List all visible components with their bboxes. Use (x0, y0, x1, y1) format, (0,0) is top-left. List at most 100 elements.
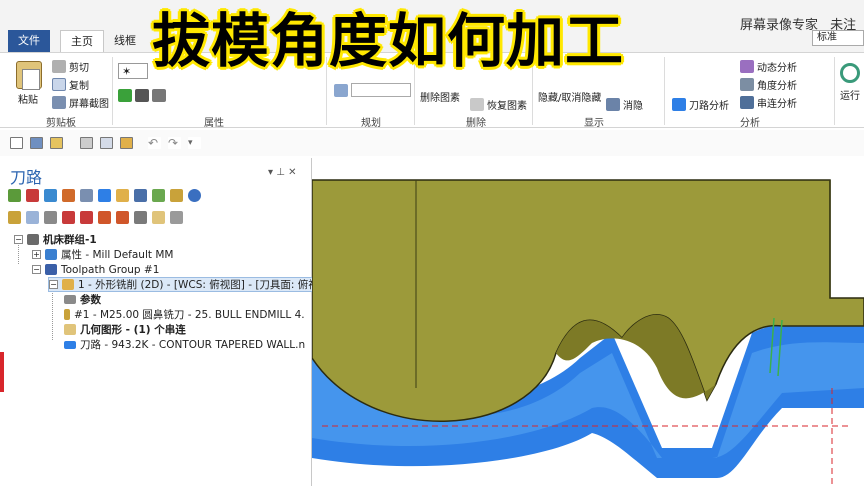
scroll-icon[interactable] (116, 210, 129, 224)
undo-icon[interactable]: ↶ (148, 137, 161, 149)
restore-graphics-button[interactable]: 恢复图素 (470, 97, 527, 112)
paste-label: 粘贴 (18, 95, 38, 106)
tree-node-toolpath-group[interactable]: − Toolpath Group #1 (32, 262, 159, 277)
screenshot-button[interactable]: 屏幕截图 (52, 95, 109, 110)
highfeed-icon[interactable] (170, 188, 183, 202)
style-select[interactable]: 标准 (812, 30, 864, 46)
blank-label: 消隐 (623, 101, 643, 112)
post-icon[interactable] (134, 188, 147, 202)
planning-layer-control[interactable] (334, 83, 411, 97)
restore-icon (470, 98, 484, 111)
open-folder-icon[interactable] (50, 137, 63, 149)
angle-analysis-icon (740, 78, 754, 91)
simulate-icon[interactable] (116, 188, 129, 202)
params-label: 参数 (80, 294, 101, 306)
dynamic-analysis-button[interactable]: 动态分析 (740, 59, 797, 74)
delete-group-label: 删除 (466, 118, 486, 129)
panel-title: 刀路 (10, 168, 43, 187)
toolpath-icon (64, 340, 76, 349)
line-width-icon[interactable] (152, 89, 166, 102)
cut-button[interactable]: 剪切 (52, 59, 89, 74)
cut-op-icon[interactable] (134, 210, 147, 224)
tab-wireframe[interactable]: 线框 (104, 30, 146, 52)
verify-icon[interactable] (98, 188, 111, 202)
tree-node-operation[interactable]: − 1 - 外形铣削 (2D) - [WCS: 俯视图] - [刀具面: 俯视 (48, 277, 322, 292)
collapse-toggle[interactable]: − (49, 280, 58, 289)
print-preview-icon[interactable] (100, 137, 113, 149)
color-swatch-icon[interactable] (118, 89, 132, 102)
camera-icon (52, 96, 66, 109)
filter-icon[interactable] (170, 210, 183, 224)
tool-label: #1 - M25.00 圆鼻铣刀 - 25. BULL ENDMILL 4. (74, 309, 305, 321)
insert-arrow-icon[interactable] (98, 210, 111, 224)
g1-icon[interactable] (152, 188, 165, 202)
toolpath-analysis-button[interactable]: 刀路分析 (672, 97, 729, 112)
video-overlay-title: 拔模角度如何加工 (152, 7, 625, 75)
regen-icon[interactable] (44, 188, 57, 202)
properties-icon[interactable] (120, 137, 133, 149)
toolpaths-panel: 刀路 ▾ ⊥ ✕ − 机床群组-1 + 属性 - Mill Default MM… (0, 158, 322, 486)
customize-qat-icon[interactable]: ▾ (188, 137, 201, 149)
cut-label: 剪切 (69, 63, 89, 74)
dynamic-analysis-icon (740, 60, 754, 73)
color-controls[interactable] (118, 89, 166, 102)
paste-button[interactable]: 粘贴 (18, 91, 38, 106)
toolpath-analysis-label: 刀路分析 (689, 101, 729, 112)
display-group-label: 显示 (584, 118, 604, 129)
copy-button[interactable]: 复制 (52, 77, 89, 92)
plane-select[interactable] (351, 83, 411, 97)
chain-analysis-icon (740, 96, 754, 109)
run-button[interactable]: 运行 (840, 87, 860, 102)
restore-graphics-label: 恢复图素 (487, 101, 527, 112)
lock-icon[interactable] (8, 210, 21, 224)
geometry-label: 几何图形 - (1) 个串连 (80, 324, 186, 336)
tab-home[interactable]: 主页 (60, 30, 104, 52)
toggle-display-icon[interactable] (26, 210, 39, 224)
chain-analysis-button[interactable]: 串连分析 (740, 95, 797, 110)
tree-node-tool[interactable]: #1 - M25.00 圆鼻铣刀 - 25. BULL ENDMILL 4. (64, 307, 305, 322)
move-down-icon[interactable] (62, 210, 75, 224)
quick-access-toolbar: ↶ ↷ ▾ (0, 130, 864, 156)
group-divider (664, 57, 665, 125)
help-icon[interactable] (188, 188, 201, 202)
tree-node-machine-group[interactable]: − 机床群组-1 (14, 232, 97, 247)
graphics-viewport[interactable] (312, 158, 864, 486)
display-toggle-icon[interactable] (152, 210, 165, 224)
tab-file[interactable]: 文件 (8, 30, 50, 52)
dynamic-analysis-label: 动态分析 (757, 63, 797, 74)
scissors-icon (52, 60, 66, 73)
copy-icon (52, 78, 66, 91)
endmill-icon (64, 309, 70, 320)
collapse-toggle[interactable]: − (14, 235, 23, 244)
deselect-icon[interactable] (26, 188, 39, 202)
save-icon[interactable] (30, 137, 43, 149)
tree-node-properties[interactable]: + 属性 - Mill Default MM (32, 247, 173, 262)
blank-button[interactable]: 消隐 (606, 97, 643, 112)
regen-dirty-icon[interactable] (62, 188, 75, 202)
tree-node-params[interactable]: 参数 (64, 292, 101, 307)
expand-toggle[interactable]: + (32, 250, 41, 259)
line-style-icon[interactable] (135, 89, 149, 102)
paste-icon[interactable] (16, 61, 42, 90)
toolpath-analysis-icon (672, 98, 686, 111)
redo-icon[interactable]: ↷ (168, 137, 181, 149)
screen-recorder-title: 屏幕录像专家 (740, 18, 819, 33)
run-icon[interactable] (840, 63, 860, 83)
select-all-icon[interactable] (8, 188, 21, 202)
move-up-icon[interactable] (80, 210, 93, 224)
chain-analysis-label: 串连分析 (757, 99, 797, 110)
toggle-post-icon[interactable] (44, 210, 57, 224)
collapse-toggle[interactable]: − (32, 265, 41, 274)
tree-node-geometry[interactable]: 几何图形 - (1) 个串连 (64, 322, 186, 337)
tree-node-toolpath[interactable]: 刀路 - 943.2K - CONTOUR TAPERED WALL.n (64, 337, 305, 352)
hide-show-button[interactable]: 隐藏/取消隐藏 (538, 89, 601, 104)
point-style-select[interactable]: ✶ (118, 63, 148, 79)
new-file-icon[interactable] (10, 137, 23, 149)
toolpath-label: 刀路 - 943.2K - CONTOUR TAPERED WALL.n (80, 339, 306, 351)
delete-graphics-button[interactable]: 删除图素 (420, 89, 460, 104)
part-model-view[interactable] (312, 158, 864, 486)
panel-controls[interactable]: ▾ ⊥ ✕ (268, 167, 296, 178)
angle-analysis-button[interactable]: 角度分析 (740, 77, 797, 92)
backplot-icon[interactable] (80, 188, 93, 202)
print-icon[interactable] (80, 137, 93, 149)
